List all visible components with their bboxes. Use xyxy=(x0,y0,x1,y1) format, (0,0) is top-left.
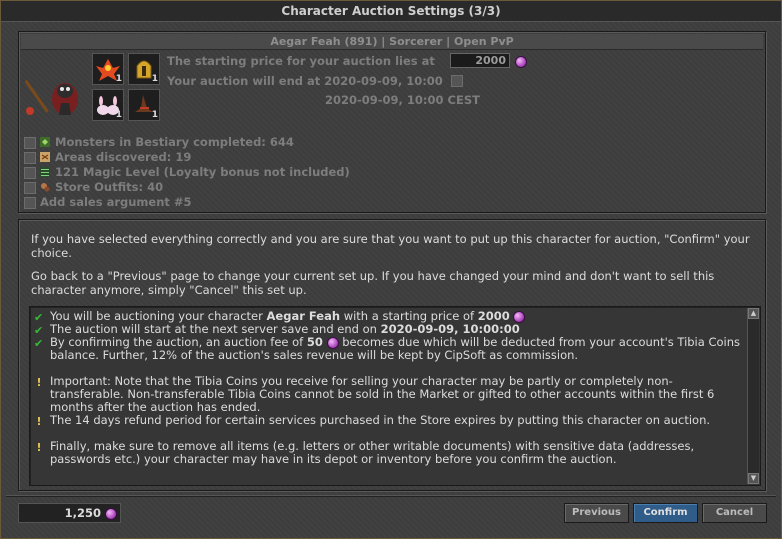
auction-end-label: Your auction will end at 2020-09-09, 10:… xyxy=(167,74,443,88)
coin-balance: 1,250 xyxy=(18,503,121,523)
auction-end-cest: 2020-09-09, 10:00 CEST xyxy=(325,93,480,107)
outfit-icon xyxy=(41,183,50,192)
tibia-coin-icon xyxy=(326,336,339,349)
check-icon: ✔ xyxy=(34,337,44,350)
starting-price-input[interactable]: 2000 xyxy=(450,53,510,68)
argument-text: Monsters in Bestiary completed: 644 xyxy=(55,135,294,149)
auction-settings-window: Character Auction Settings (3/3) Aegar F… xyxy=(0,0,782,539)
character-header: Aegar Feah (891) | Sorcerer | Open PvP xyxy=(21,34,763,50)
tibia-coin-icon xyxy=(513,310,526,323)
exclamation-icon: ! xyxy=(36,415,42,428)
check-icon: ✔ xyxy=(34,324,44,337)
scroll-down-icon[interactable]: ▼ xyxy=(748,473,759,484)
footer-divider xyxy=(6,495,776,497)
item-count: 1 xyxy=(151,110,158,120)
argument-text: 121 Magic Level (Loyalty bonus not inclu… xyxy=(55,165,350,179)
character-sprite-icon xyxy=(25,79,78,115)
item-count: 1 xyxy=(115,110,122,120)
summary-scrollbar[interactable]: ▲ ▼ xyxy=(747,308,759,484)
item-count: 1 xyxy=(151,74,158,84)
argument-checkbox[interactable] xyxy=(24,167,36,179)
auction-summary-box: ✔ You will be auctioning your character … xyxy=(29,306,761,486)
previous-button[interactable]: Previous xyxy=(564,503,629,523)
map-icon xyxy=(40,152,50,162)
bestiary-icon xyxy=(40,137,50,147)
argument-checkbox[interactable] xyxy=(24,137,36,149)
argument-checkbox[interactable] xyxy=(24,197,36,209)
tibia-coin-icon xyxy=(105,507,117,520)
scroll-up-icon[interactable]: ▲ xyxy=(748,308,759,319)
argument-text: Areas discovered: 19 xyxy=(55,150,192,164)
cancel-button[interactable]: Cancel xyxy=(702,503,767,523)
window-title: Character Auction Settings (3/3) xyxy=(1,1,781,22)
item-count: 1 xyxy=(115,74,122,84)
tibia-coin-icon xyxy=(515,56,527,68)
exclamation-icon: ! xyxy=(36,441,42,454)
item-slot-2[interactable]: 1 xyxy=(128,53,160,85)
item-slot-3[interactable]: 1 xyxy=(92,89,124,121)
item-slot-4[interactable]: 1 xyxy=(128,89,160,121)
argument-checkbox[interactable] xyxy=(24,152,36,164)
info-paragraph-confirm: If you have selected everything correctl… xyxy=(31,232,750,260)
check-icon: ✔ xyxy=(34,311,44,324)
argument-text: Store Outfits: 40 xyxy=(55,180,164,194)
exclamation-icon: ! xyxy=(36,376,42,389)
coin-balance-value: 1,250 xyxy=(64,506,101,520)
starting-price-label: The starting price for your auction lies… xyxy=(167,54,435,68)
confirm-button[interactable]: Confirm xyxy=(633,503,698,523)
argument-checkbox[interactable] xyxy=(24,182,36,194)
auction-end-checkbox[interactable] xyxy=(451,75,463,87)
magic-level-icon xyxy=(40,167,50,177)
info-paragraph-previous: Go back to a "Previous" page to change y… xyxy=(31,269,715,297)
item-slot-1[interactable]: 1 xyxy=(92,53,124,85)
confirmation-panel: If you have selected everything correctl… xyxy=(18,219,766,491)
argument-text: Add sales argument #5 xyxy=(40,195,192,209)
